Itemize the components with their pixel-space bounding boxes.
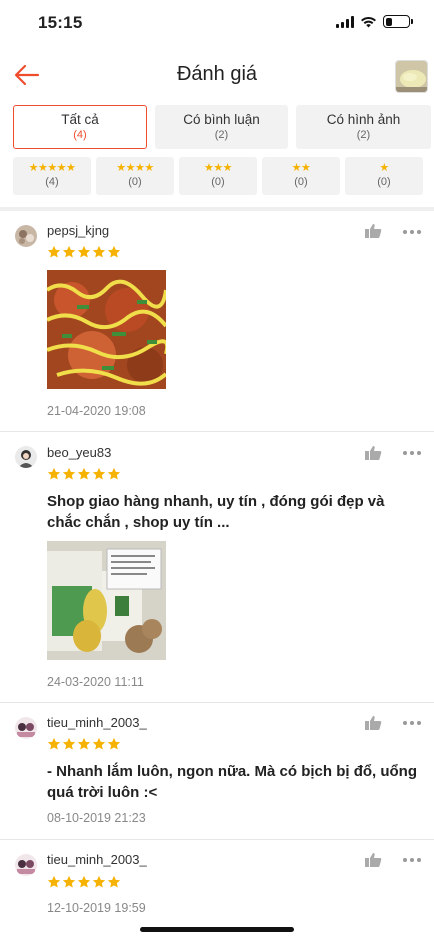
- battery-icon: [383, 15, 413, 28]
- star-icon: [92, 467, 106, 480]
- filter-count: (0): [128, 176, 142, 188]
- star-icon: [107, 875, 121, 888]
- filter-count: (0): [211, 176, 225, 188]
- product-thumbnail[interactable]: [395, 60, 428, 93]
- star-icons: ★★★★: [116, 162, 154, 174]
- star-icon: [92, 737, 106, 750]
- wifi-icon: [361, 16, 376, 27]
- review-rating: [47, 245, 121, 259]
- filter-tab-count: (2): [356, 129, 371, 141]
- filter-3-stars[interactable]: ★★★ (0): [179, 157, 257, 195]
- review-username: tieu_minh_2003_: [47, 852, 147, 867]
- filter-count: (0): [294, 176, 308, 188]
- filter-tab-count: (2): [214, 129, 229, 141]
- avatar[interactable]: [15, 717, 37, 739]
- review-photo[interactable]: [47, 270, 166, 389]
- filter-tab-label: Tất cả: [61, 112, 99, 127]
- thumbs-up-icon[interactable]: [364, 715, 382, 731]
- filter-tab-label: Có hình ảnh: [326, 112, 401, 127]
- filter-5-stars[interactable]: ★★★★★ (4): [13, 157, 91, 195]
- star-icon: [47, 875, 61, 888]
- star-icon: [92, 245, 106, 258]
- avatar[interactable]: [15, 854, 37, 876]
- star-icons: ★★: [291, 162, 311, 174]
- star-icon: [62, 245, 76, 258]
- star-icon: [77, 245, 91, 258]
- filter-2-stars[interactable]: ★★ (0): [262, 157, 340, 195]
- more-options-icon[interactable]: [402, 229, 422, 235]
- review-filters: Tất cả (4) Có bình luận (2) Có hình ảnh …: [13, 105, 431, 195]
- more-options-icon[interactable]: [402, 857, 422, 863]
- star-icon: [47, 467, 61, 480]
- review-username: pepsj_kjng: [47, 223, 110, 238]
- thumbs-up-icon[interactable]: [364, 445, 382, 461]
- filter-tab-with-images[interactable]: Có hình ảnh (2): [296, 105, 431, 149]
- review-rating: [47, 467, 121, 481]
- star-icon: [77, 875, 91, 888]
- review-comment: Shop giao hàng nhanh, uy tín , đóng gói …: [47, 493, 385, 531]
- review-rating: [47, 875, 121, 889]
- cellular-signal-icon: [336, 15, 354, 28]
- star-icons: ★★★★★: [28, 162, 76, 174]
- status-bar: 15:15: [0, 0, 434, 46]
- review-item: tieu_minh_2003_ 12-10-2019 19:59: [0, 840, 434, 930]
- status-time: 15:15: [38, 13, 83, 32]
- avatar[interactable]: [15, 446, 37, 468]
- filter-count: (4): [45, 176, 59, 188]
- filter-tab-count: (4): [73, 129, 87, 141]
- star-icon: [107, 467, 121, 480]
- filter-1-star[interactable]: ★ (0): [345, 157, 423, 195]
- review-username: beo_yeu83: [47, 445, 112, 460]
- more-options-icon[interactable]: [402, 720, 422, 726]
- home-indicator: [140, 927, 294, 932]
- avatar[interactable]: [15, 225, 37, 247]
- star-icon: [77, 467, 91, 480]
- header: Đánh giá: [0, 46, 434, 104]
- review-username: tieu_minh_2003_: [47, 715, 147, 730]
- review-photo[interactable]: [47, 541, 166, 660]
- review-rating: [47, 737, 121, 751]
- filter-count: (0): [377, 176, 391, 188]
- review-item: beo_yeu83 Shop giao hàng nhanh, uy tín ,…: [0, 432, 434, 703]
- review-item: tieu_minh_2003_ - Nhanh lắm luôn, ngon n…: [0, 703, 434, 840]
- star-icons: ★: [379, 162, 389, 174]
- star-icon: [107, 245, 121, 258]
- star-icon: [107, 737, 121, 750]
- thumbs-up-icon[interactable]: [364, 852, 382, 868]
- star-icons: ★★★: [203, 162, 233, 174]
- review-date: 21-04-2020 19:08: [47, 404, 146, 418]
- page-title: Đánh giá: [176, 63, 258, 85]
- more-options-icon[interactable]: [402, 450, 422, 456]
- star-icon: [77, 737, 91, 750]
- star-icon: [47, 737, 61, 750]
- star-icon: [92, 875, 106, 888]
- filter-4-stars[interactable]: ★★★★ (0): [96, 157, 174, 195]
- filter-tab-all[interactable]: Tất cả (4): [13, 105, 147, 149]
- star-icon: [62, 875, 76, 888]
- filter-tab-label: Có bình luận: [183, 112, 260, 127]
- review-date: 24-03-2020 11:11: [47, 675, 144, 689]
- star-icon: [47, 245, 61, 258]
- review-date: 12-10-2019 19:59: [47, 901, 146, 915]
- review-comment: - Nhanh lắm luôn, ngon nữa. Mà có bịch b…: [47, 763, 418, 801]
- thumbs-up-icon[interactable]: [364, 223, 382, 239]
- star-icon: [62, 737, 76, 750]
- review-date: 08-10-2019 21:23: [47, 811, 146, 825]
- status-icons: [336, 15, 413, 28]
- star-icon: [62, 467, 76, 480]
- filter-tab-with-comment[interactable]: Có bình luận (2): [155, 105, 288, 149]
- review-item: pepsj_kjng 21-04-2020 19:08: [0, 211, 434, 432]
